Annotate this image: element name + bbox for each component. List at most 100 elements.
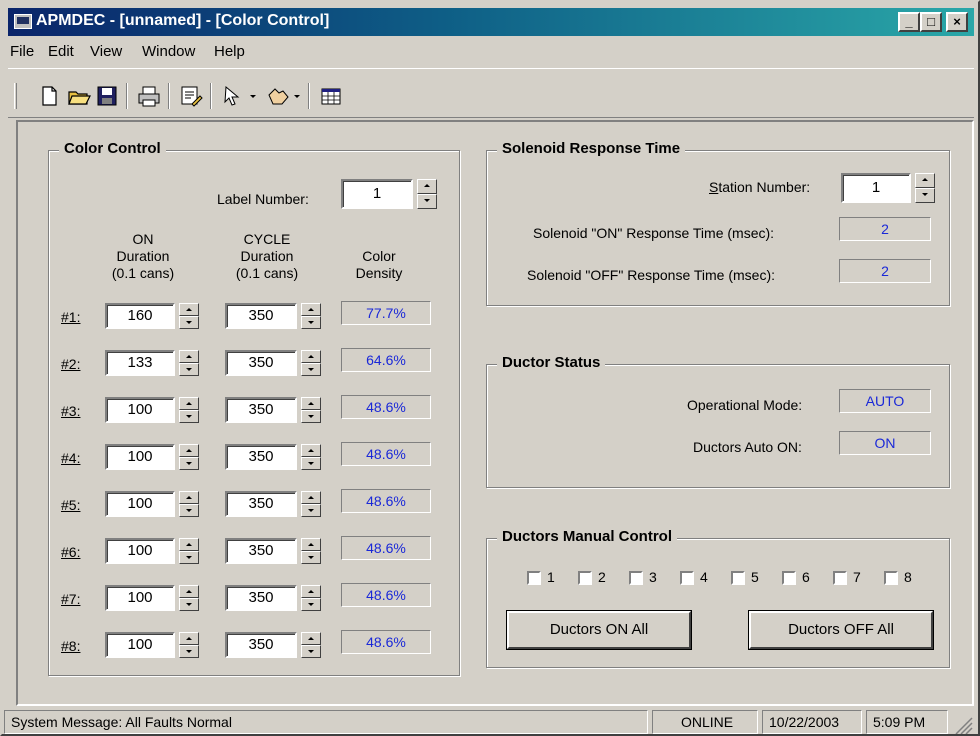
spin-up-arrow-icon[interactable] [179,397,199,410]
station-number-spinner[interactable] [915,173,935,203]
menu-view[interactable]: View [90,43,122,60]
on-duration-spinner-8[interactable] [179,632,199,658]
on-duration-spinner-2[interactable] [179,350,199,376]
cycle-duration-spinner-7[interactable] [301,585,321,611]
spin-down-arrow-icon[interactable] [301,457,321,470]
station-number-input[interactable]: 1 [841,173,911,203]
spin-down-arrow-icon[interactable] [301,363,321,376]
ductor-checkbox-3[interactable] [629,571,643,585]
ductor-checkbox-6[interactable] [782,571,796,585]
spin-down-arrow-icon[interactable] [179,410,199,423]
save-icon[interactable] [94,83,120,109]
on-duration-input-4[interactable]: 100 [105,444,175,470]
spin-down-arrow-icon[interactable] [301,598,321,611]
cycle-duration-input-6[interactable]: 350 [225,538,297,564]
ductor-checkbox-4[interactable] [680,571,694,585]
spin-down-arrow-icon[interactable] [301,504,321,517]
spin-down-arrow-icon[interactable] [301,645,321,658]
cycle-duration-input-8[interactable]: 350 [225,632,297,658]
spin-up-arrow-icon[interactable] [179,538,199,551]
on-duration-spinner-5[interactable] [179,491,199,517]
label-number-spinner[interactable] [417,179,437,209]
spin-up-arrow-icon[interactable] [301,585,321,598]
on-duration-spinner-4[interactable] [179,444,199,470]
cycle-duration-spinner-2[interactable] [301,350,321,376]
on-duration-input-5[interactable]: 100 [105,491,175,517]
on-duration-input-8[interactable]: 100 [105,632,175,658]
edit-document-icon[interactable] [178,83,204,109]
ductor-checkbox-8[interactable] [884,571,898,585]
spin-up-arrow-icon[interactable] [179,491,199,504]
spin-up-arrow-icon[interactable] [915,173,935,188]
on-duration-spinner-6[interactable] [179,538,199,564]
spin-up-arrow-icon[interactable] [301,538,321,551]
spin-up-arrow-icon[interactable] [301,632,321,645]
spin-down-arrow-icon[interactable] [179,316,199,329]
minimize-button[interactable]: _ [898,12,920,32]
toolbar-grip[interactable] [14,83,17,109]
cycle-duration-spinner-6[interactable] [301,538,321,564]
on-duration-input-6[interactable]: 100 [105,538,175,564]
hand-dropdown-icon[interactable] [264,83,304,109]
cycle-duration-input-3[interactable]: 350 [225,397,297,423]
spin-down-arrow-icon[interactable] [417,194,437,209]
pointer-dropdown-icon[interactable] [220,83,260,109]
cycle-duration-input-7[interactable]: 350 [225,585,297,611]
spin-down-arrow-icon[interactable] [179,504,199,517]
menu-file[interactable]: File [10,43,34,60]
spin-down-arrow-icon[interactable] [915,188,935,203]
spin-down-arrow-icon[interactable] [301,316,321,329]
spin-down-arrow-icon[interactable] [301,551,321,564]
resize-grip-icon[interactable] [954,716,974,734]
cycle-duration-input-2[interactable]: 350 [225,350,297,376]
ductors-on-all-button[interactable]: Ductors ON All [507,611,691,649]
cycle-duration-input-1[interactable]: 350 [225,303,297,329]
cycle-duration-spinner-8[interactable] [301,632,321,658]
maximize-button[interactable]: □ [920,12,942,32]
spin-down-arrow-icon[interactable] [179,551,199,564]
on-duration-spinner-7[interactable] [179,585,199,611]
spin-up-arrow-icon[interactable] [301,350,321,363]
cycle-duration-spinner-5[interactable] [301,491,321,517]
spin-up-arrow-icon[interactable] [301,444,321,457]
on-duration-input-1[interactable]: 160 [105,303,175,329]
on-duration-input-2[interactable]: 133 [105,350,175,376]
close-button[interactable]: × [946,12,968,32]
spin-up-arrow-icon[interactable] [179,585,199,598]
spin-down-arrow-icon[interactable] [301,410,321,423]
menu-help[interactable]: Help [214,43,245,60]
spin-down-arrow-icon[interactable] [179,645,199,658]
title-bar[interactable]: APMDEC - [unnamed] - [Color Control] _ □… [8,8,974,36]
cycle-duration-input-4[interactable]: 350 [225,444,297,470]
on-duration-spinner-1[interactable] [179,303,199,329]
on-duration-spinner-3[interactable] [179,397,199,423]
ductor-checkbox-1[interactable] [527,571,541,585]
menu-edit[interactable]: Edit [48,43,74,60]
new-file-icon[interactable] [36,83,62,109]
spin-up-arrow-icon[interactable] [179,444,199,457]
table-icon[interactable] [318,83,344,109]
print-icon[interactable] [136,83,162,109]
spin-up-arrow-icon[interactable] [301,491,321,504]
cycle-duration-spinner-1[interactable] [301,303,321,329]
spin-down-arrow-icon[interactable] [179,363,199,376]
label-number-input[interactable]: 1 [341,179,413,209]
cycle-duration-spinner-3[interactable] [301,397,321,423]
cycle-duration-input-5[interactable]: 350 [225,491,297,517]
spin-down-arrow-icon[interactable] [179,598,199,611]
spin-up-arrow-icon[interactable] [179,303,199,316]
ductor-checkbox-7[interactable] [833,571,847,585]
ductors-off-all-button[interactable]: Ductors OFF All [749,611,933,649]
spin-up-arrow-icon[interactable] [179,632,199,645]
menu-window[interactable]: Window [142,43,195,60]
ductor-checkbox-2[interactable] [578,571,592,585]
open-folder-icon[interactable] [66,83,92,109]
spin-down-arrow-icon[interactable] [179,457,199,470]
spin-up-arrow-icon[interactable] [179,350,199,363]
on-duration-input-3[interactable]: 100 [105,397,175,423]
spin-up-arrow-icon[interactable] [301,397,321,410]
cycle-duration-spinner-4[interactable] [301,444,321,470]
spin-up-arrow-icon[interactable] [417,179,437,194]
spin-up-arrow-icon[interactable] [301,303,321,316]
on-duration-input-7[interactable]: 100 [105,585,175,611]
